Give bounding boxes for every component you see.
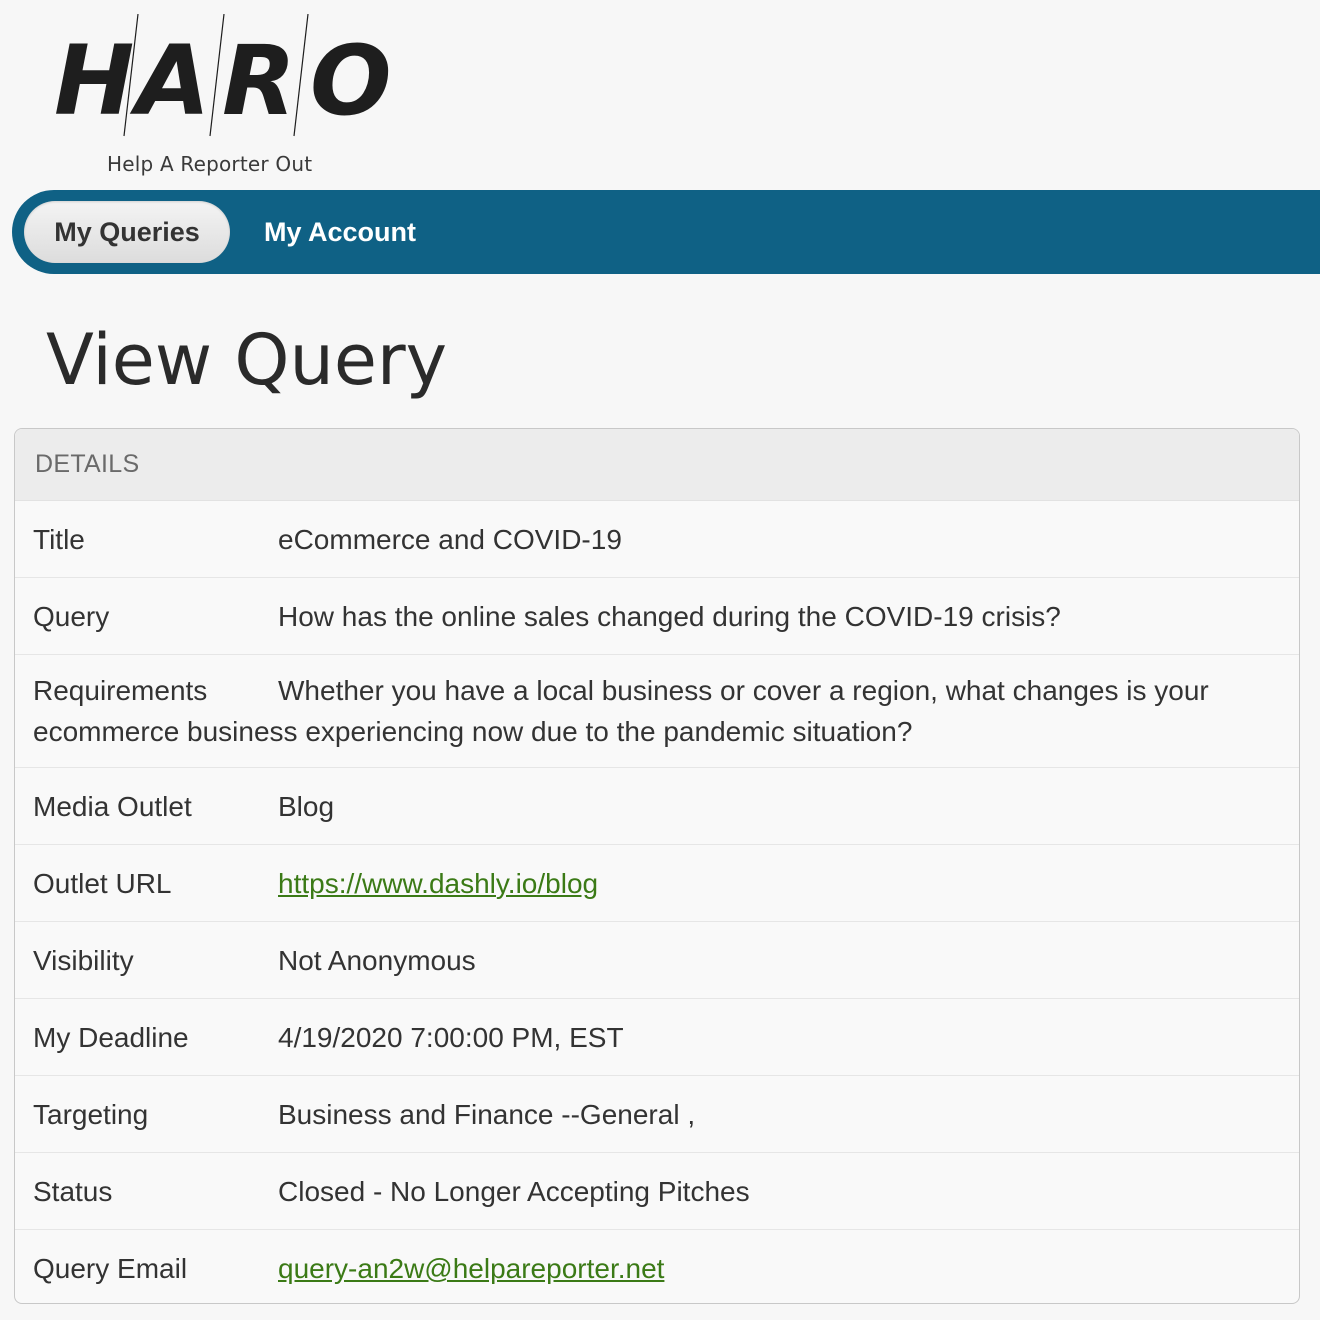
page-title: View Query bbox=[46, 319, 448, 401]
detail-row-status: Status Closed - No Longer Accepting Pitch… bbox=[15, 1153, 1299, 1230]
logo-tagline: Help A Reporter Out bbox=[107, 152, 313, 176]
detail-label: Outlet URL bbox=[33, 867, 172, 899]
detail-row-targeting: Targeting Business and Finance --General … bbox=[15, 1076, 1299, 1153]
svg-text:R: R bbox=[222, 25, 296, 137]
detail-row-outlet-url: Outlet URL https://www.dashly.io/blog bbox=[15, 845, 1299, 922]
main-nav: My Queries My Account bbox=[12, 190, 1320, 274]
outlet-url-link[interactable]: https://www.dashly.io/blog bbox=[278, 863, 598, 904]
detail-value: 4/19/2020 7:00:00 PM, EST bbox=[278, 1021, 624, 1053]
detail-label: Title bbox=[33, 523, 85, 555]
detail-label: Targeting bbox=[33, 1098, 149, 1130]
haro-logo[interactable]: H A R O Help A Reporter Out bbox=[52, 14, 392, 184]
details-panel-header: DETAILS bbox=[15, 429, 1299, 501]
detail-row-media-outlet: Media Outlet Blog bbox=[15, 768, 1299, 845]
detail-value: Blog bbox=[278, 790, 335, 822]
detail-label: Requirements bbox=[33, 675, 208, 706]
svg-text:O: O bbox=[310, 25, 392, 137]
page: H A R O Help A Reporter Out My Queries M… bbox=[0, 0, 1320, 1320]
svg-text:A: A bbox=[129, 25, 210, 137]
haro-wordmark-logo: H A R O bbox=[54, 14, 392, 137]
detail-label: Media Outlet bbox=[33, 790, 192, 822]
detail-row-title: Title eCommerce and COVID-19 bbox=[15, 501, 1299, 578]
detail-label: Query Email bbox=[33, 1253, 188, 1284]
detail-label: Query bbox=[33, 600, 110, 632]
detail-row-visibility: Visibility Not Anonymous bbox=[15, 922, 1299, 999]
tab-my-account[interactable]: My Account bbox=[264, 201, 416, 263]
status-value: Closed - No Longer Accepting Pitches bbox=[278, 1175, 750, 1207]
detail-row-deadline: My Deadline 4/19/2020 7:00:00 PM, EST bbox=[15, 999, 1299, 1076]
detail-row-requirements: Requirements Whether you have a local bus… bbox=[15, 655, 1299, 768]
tab-my-queries[interactable]: My Queries bbox=[24, 201, 230, 263]
details-panel: DETAILS Title eCommerce and COVID-19 Quer… bbox=[14, 428, 1300, 1304]
detail-value: Not Anonymous bbox=[278, 944, 476, 976]
svg-text:H: H bbox=[54, 25, 134, 137]
query-email-link[interactable]: query-an2w@helpareporter.net bbox=[278, 1248, 664, 1289]
detail-value: eCommerce and COVID-19 bbox=[278, 523, 622, 555]
detail-row-query-email: Query Email query-an2w@helpareporter.net bbox=[15, 1230, 1299, 1303]
detail-value: How has the online sales changed during … bbox=[278, 600, 1061, 632]
detail-label: Visibility bbox=[33, 944, 134, 976]
detail-value: Business and Finance --General , bbox=[278, 1098, 696, 1130]
detail-row-query: Query How has the online sales changed du… bbox=[15, 578, 1299, 655]
detail-label: Status bbox=[33, 1175, 113, 1207]
detail-label: My Deadline bbox=[33, 1021, 189, 1053]
